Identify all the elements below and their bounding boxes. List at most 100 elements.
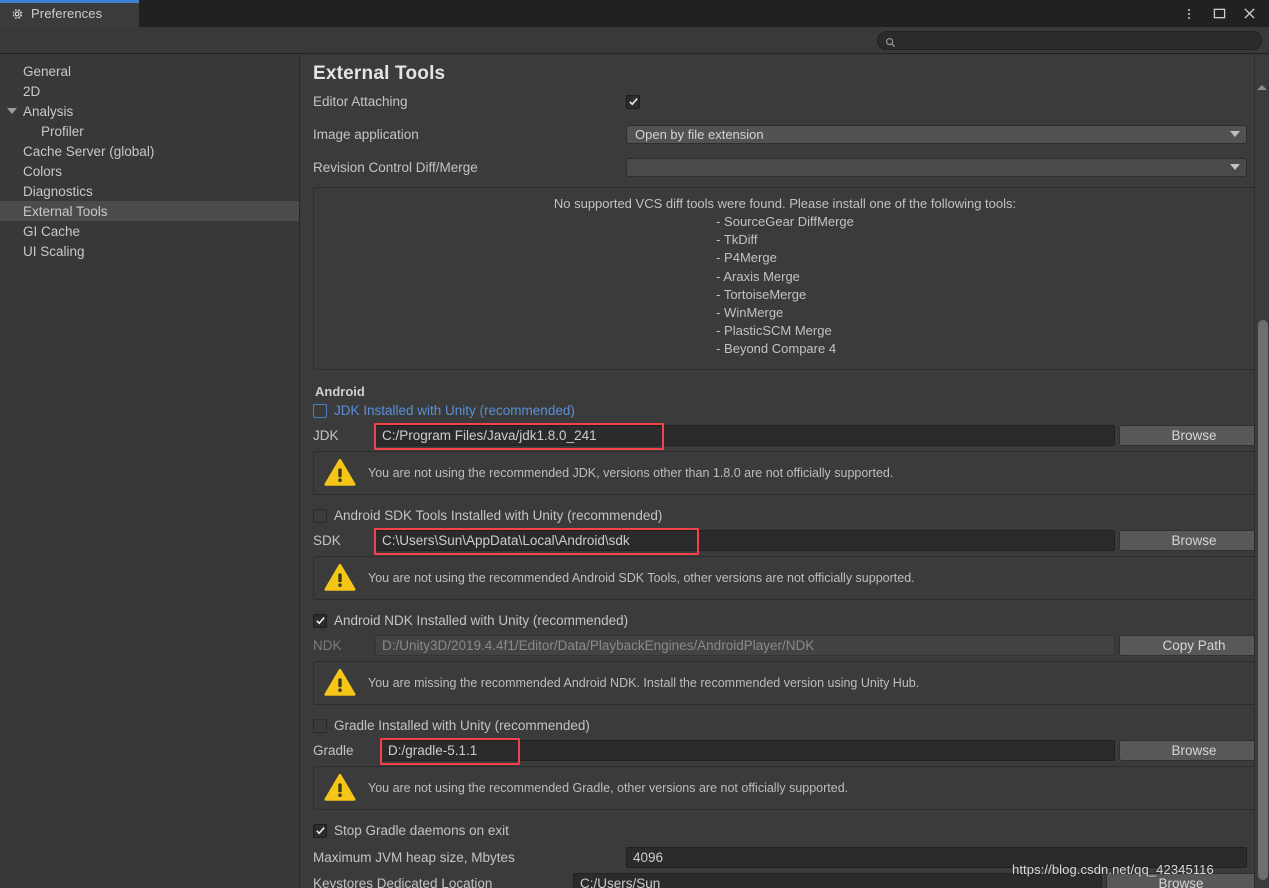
editor-attaching-checkbox[interactable] [626, 94, 640, 109]
sdk-path-row: SDK C:\Users\Sun\AppData\Local\Android\s… [301, 527, 1269, 555]
keystores-input[interactable]: C:/Users/Sun [573, 872, 1102, 888]
gradle-unity-checkbox-row[interactable]: Gradle Installed with Unity (recommended… [301, 716, 1269, 736]
sidebar-item-label: Cache Server (global) [23, 143, 155, 159]
image-application-label: Image application [313, 126, 419, 142]
ndk-field-label: NDK [313, 637, 342, 653]
sdk-warning-text: You are not using the recommended Androi… [368, 570, 915, 585]
tab-label: Preferences [31, 6, 103, 21]
list-item: - TortoiseMerge [716, 286, 807, 302]
jdk-warning-text: You are not using the recommended JDK, v… [368, 465, 894, 480]
list-item: - P4Merge [716, 250, 777, 266]
gradle-unity-checkbox[interactable] [313, 718, 327, 733]
jdk-unity-label: JDK Installed with Unity (recommended) [334, 403, 575, 419]
stop-gradle-daemons-row[interactable]: Stop Gradle daemons on exit [301, 821, 1269, 841]
sidebar-item-label: Profiler [41, 123, 84, 139]
sdk-path-value: C:\Users\Sun\AppData\Local\Android\sdk [382, 532, 630, 548]
editor-attaching-label: Editor Attaching [313, 94, 408, 109]
sidebar: General 2D Analysis Profiler Cache Serve… [0, 55, 300, 888]
jvm-heap-input[interactable]: 4096 [626, 846, 1247, 868]
image-application-dropdown[interactable]: Open by file extension [626, 124, 1247, 144]
list-item: - SourceGear DiffMerge [716, 214, 854, 229]
sidebar-item-2d[interactable]: 2D [0, 81, 299, 101]
sidebar-item-analysis[interactable]: Analysis [0, 101, 299, 121]
search-box[interactable] [877, 31, 1262, 50]
sidebar-item-label: External Tools [23, 203, 108, 219]
jdk-path-input[interactable]: C:/Program Files/Java/jdk1.8.0_241 [374, 422, 1115, 450]
scroll-up-icon[interactable] [1257, 85, 1267, 90]
vcs-info-heading: No supported VCS diff tools were found. … [553, 196, 1017, 211]
close-icon[interactable] [1241, 6, 1257, 22]
sidebar-item-cache-server[interactable]: Cache Server (global) [0, 141, 299, 161]
sidebar-item-diagnostics[interactable]: Diagnostics [0, 181, 299, 201]
sidebar-item-ui-scaling[interactable]: UI Scaling [0, 241, 299, 261]
kebab-menu-icon[interactable] [1181, 6, 1197, 22]
warning-icon [324, 458, 356, 488]
sdk-unity-label: Android SDK Tools Installed with Unity (… [334, 508, 663, 524]
sidebar-item-colors[interactable]: Colors [0, 161, 299, 181]
keystores-row: Keystores Dedicated Location C:/Users/Su… [301, 872, 1269, 888]
list-item: - Beyond Compare 4 [716, 341, 837, 357]
keystores-value: C:/Users/Sun [580, 875, 661, 888]
gradle-path-value: D:/gradle-5.1.1 [388, 742, 478, 758]
jdk-unity-checkbox[interactable] [313, 403, 327, 418]
chevron-down-icon[interactable] [7, 108, 17, 114]
sdk-unity-checkbox[interactable] [313, 508, 327, 523]
ndk-unity-checkbox-row[interactable]: Android NDK Installed with Unity (recomm… [301, 611, 1269, 631]
gear-icon [10, 7, 24, 21]
jdk-unity-checkbox-row[interactable]: JDK Installed with Unity (recommended) [301, 401, 1269, 421]
list-item: - PlasticSCM Merge [716, 323, 832, 339]
warning-icon [324, 773, 356, 803]
sidebar-item-general[interactable]: General [0, 61, 299, 81]
vcs-info-box: No supported VCS diff tools were found. … [313, 187, 1257, 370]
sdk-warning-box: You are not using the recommended Androi… [313, 555, 1257, 600]
warning-icon [324, 563, 356, 593]
stop-gradle-daemons-label: Stop Gradle daemons on exit [334, 823, 509, 839]
revision-control-row: Revision Control Diff/Merge [301, 155, 1269, 179]
jdk-path-row: JDK C:/Program Files/Java/jdk1.8.0_241 B… [301, 422, 1269, 450]
chevron-down-icon [1230, 164, 1240, 170]
search-input[interactable] [901, 34, 1241, 47]
sidebar-item-external-tools[interactable]: External Tools [0, 201, 299, 221]
gradle-unity-label: Gradle Installed with Unity (recommended… [334, 718, 590, 734]
page-title: External Tools [313, 63, 446, 84]
chevron-down-icon [1230, 131, 1240, 137]
list-item: - TkDiff [716, 232, 758, 248]
sidebar-item-gi-cache[interactable]: GI Cache [0, 221, 299, 241]
ndk-path-input: D:/Unity3D/2019.4.4f1/Editor/Data/Playba… [375, 634, 1115, 656]
sdk-browse-button[interactable]: Browse [1119, 529, 1269, 551]
sdk-path-input[interactable]: C:\Users\Sun\AppData\Local\Android\sdk [374, 527, 1115, 555]
stop-gradle-daemons-checkbox[interactable] [313, 823, 327, 838]
sidebar-item-label: General [23, 63, 72, 79]
sidebar-item-label: Colors [23, 163, 63, 179]
sidebar-item-label: Analysis [23, 103, 74, 119]
gradle-path-input[interactable]: D:/gradle-5.1.1 [380, 737, 1115, 765]
jdk-warning-box: You are not using the recommended JDK, v… [313, 450, 1257, 495]
tab-preferences[interactable]: Preferences [0, 0, 139, 27]
title-bar: Preferences [0, 0, 1269, 27]
jdk-browse-button[interactable]: Browse [1119, 424, 1269, 446]
ndk-copy-path-button[interactable]: Copy Path [1119, 634, 1269, 656]
revision-control-dropdown[interactable] [626, 157, 1247, 177]
sdk-unity-checkbox-row[interactable]: Android SDK Tools Installed with Unity (… [301, 506, 1269, 526]
vcs-tools-list: - SourceGear DiffMerge - TkDiff - P4Merg… [716, 213, 854, 359]
ndk-unity-label: Android NDK Installed with Unity (recomm… [334, 613, 629, 629]
gradle-warning-text: You are not using the recommended Gradle… [368, 780, 849, 795]
sidebar-item-label: GI Cache [23, 223, 81, 239]
keystores-browse-button[interactable]: Browse [1106, 872, 1256, 888]
sidebar-item-profiler[interactable]: Profiler [0, 121, 299, 141]
search-icon [885, 35, 896, 48]
gradle-path-row: Gradle D:/gradle-5.1.1 Browse [301, 737, 1269, 765]
gradle-warning-box: You are not using the recommended Gradle… [313, 765, 1257, 810]
vertical-scrollbar[interactable] [1254, 55, 1269, 888]
list-item: - WinMerge [716, 305, 784, 321]
scrollbar-thumb[interactable] [1258, 320, 1268, 880]
ndk-warning-box: You are missing the recommended Android … [313, 660, 1257, 705]
gradle-browse-button[interactable]: Browse [1119, 739, 1269, 761]
maximize-icon[interactable] [1211, 6, 1227, 22]
window-controls [1181, 0, 1263, 27]
main-panel: External Tools Editor Attaching Image ap… [301, 55, 1269, 888]
revision-control-label: Revision Control Diff/Merge [313, 159, 478, 175]
ndk-warning-text: You are missing the recommended Android … [368, 675, 920, 690]
ndk-unity-checkbox[interactable] [313, 613, 327, 628]
sidebar-item-label: Diagnostics [23, 183, 93, 199]
